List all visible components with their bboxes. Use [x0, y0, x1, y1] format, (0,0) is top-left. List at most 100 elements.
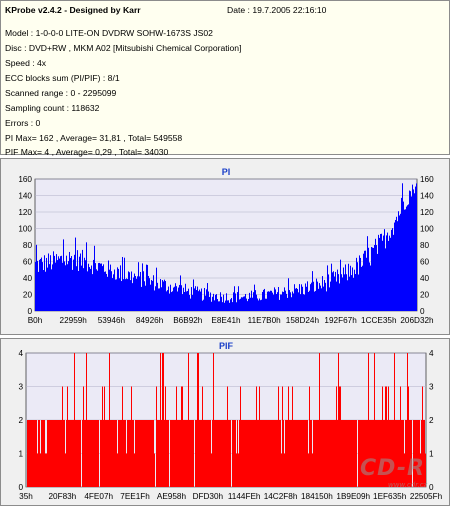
- pif-bar: [213, 353, 214, 487]
- pif-bar: [33, 420, 34, 487]
- pif-bar: [92, 420, 93, 487]
- pif-bar: [345, 420, 346, 487]
- pi-y-tick-right: 80: [420, 241, 430, 250]
- pi-bar: [380, 233, 381, 311]
- pif-bar: [31, 420, 32, 487]
- pi-bar: [367, 236, 368, 311]
- pi-bar: [276, 294, 277, 311]
- pi-bar: [80, 253, 81, 311]
- pif-bar: [225, 420, 226, 487]
- pif-bar: [356, 420, 357, 487]
- pi-bar: [146, 264, 147, 311]
- pif-bar: [239, 420, 240, 487]
- pif-bar: [59, 420, 60, 487]
- pi-bar: [61, 255, 62, 311]
- pif-bar: [176, 386, 177, 487]
- pif-bar: [49, 420, 50, 487]
- pif-bar: [303, 420, 304, 487]
- pif-x-tick: 7EE1Fh: [120, 492, 150, 501]
- pif-bar: [203, 420, 204, 487]
- pi-bar: [55, 262, 56, 311]
- pi-bar: [75, 237, 76, 311]
- pif-bar: [82, 420, 83, 487]
- pif-bar: [258, 420, 259, 487]
- pi-bar: [186, 291, 187, 311]
- pif-y-tick-left: 0: [18, 483, 23, 492]
- pi-bar: [207, 283, 208, 311]
- pif-bar: [65, 453, 66, 487]
- pi-bar: [206, 289, 207, 311]
- pi-bar: [215, 294, 216, 311]
- pif-bar: [252, 420, 253, 487]
- pi-bar: [177, 291, 178, 311]
- pi-bar: [228, 300, 229, 311]
- pi-bar: [343, 267, 344, 311]
- pi-bar: [52, 264, 53, 311]
- pi-bar: [280, 294, 281, 311]
- pi-bar: [256, 294, 257, 311]
- pi-bar: [362, 265, 363, 311]
- pi-bar: [374, 244, 375, 311]
- pi-bar: [395, 219, 396, 311]
- pi-bar: [285, 290, 286, 311]
- pif-bar: [259, 386, 260, 487]
- pif-x-tick: 1EF635h: [373, 492, 407, 501]
- pi-bar: [86, 242, 87, 311]
- pi-bar: [351, 275, 352, 311]
- pif-bar: [276, 420, 277, 487]
- pif-bar: [248, 420, 249, 487]
- pi-bar: [36, 244, 37, 311]
- pi-bar: [288, 278, 289, 311]
- pif-bar: [97, 420, 98, 487]
- pi-bar: [243, 296, 244, 311]
- pi-bar: [404, 209, 405, 311]
- pi-bar: [300, 294, 301, 311]
- pif-bar: [118, 420, 119, 487]
- pif-bar: [221, 420, 222, 487]
- pif-bar: [332, 420, 333, 487]
- pif-y-tick-left: 3: [18, 383, 23, 392]
- pi-bar: [382, 240, 383, 311]
- pif-bar: [138, 420, 139, 487]
- pi-bar: [299, 284, 300, 311]
- pi-bar: [47, 267, 48, 311]
- pif-bar: [106, 420, 107, 487]
- pif-bar: [114, 420, 115, 487]
- pi-bar: [166, 291, 167, 311]
- pi-bar: [188, 288, 189, 311]
- pif-bar: [37, 453, 38, 487]
- pi-bar: [141, 286, 142, 311]
- pif-bar: [218, 420, 219, 487]
- pi-bar: [175, 283, 176, 311]
- pi-bar: [37, 260, 38, 311]
- pif-bar: [299, 420, 300, 487]
- pi-bar: [230, 299, 231, 311]
- pi-bar: [103, 264, 104, 311]
- pif-bar: [287, 420, 288, 487]
- pi-bar: [373, 247, 374, 311]
- pi-bar: [164, 279, 165, 311]
- pif-bar: [152, 420, 153, 487]
- pi-bar: [387, 232, 388, 311]
- pi-bar: [105, 271, 106, 311]
- pif-bar: [124, 420, 125, 487]
- pi-bar: [59, 258, 60, 311]
- pi-bar: [161, 287, 162, 311]
- pi-bar: [233, 292, 234, 311]
- pif-bar: [121, 420, 122, 487]
- pi-bar: [135, 275, 136, 311]
- pi-bar: [364, 250, 365, 311]
- pi-bar: [94, 245, 95, 311]
- pi-bar: [117, 267, 118, 311]
- pi-bar: [356, 257, 357, 311]
- pi-bar: [250, 297, 251, 311]
- pi-bar: [211, 301, 212, 311]
- pi-bar: [291, 297, 292, 311]
- pif-bar: [292, 386, 293, 487]
- pif-bar: [305, 420, 306, 487]
- pif-bar: [96, 420, 97, 487]
- pif-bar: [226, 420, 227, 487]
- pif-y-tick-right: 2: [429, 416, 434, 425]
- pi-bar: [67, 264, 68, 311]
- pif-bar: [228, 420, 229, 487]
